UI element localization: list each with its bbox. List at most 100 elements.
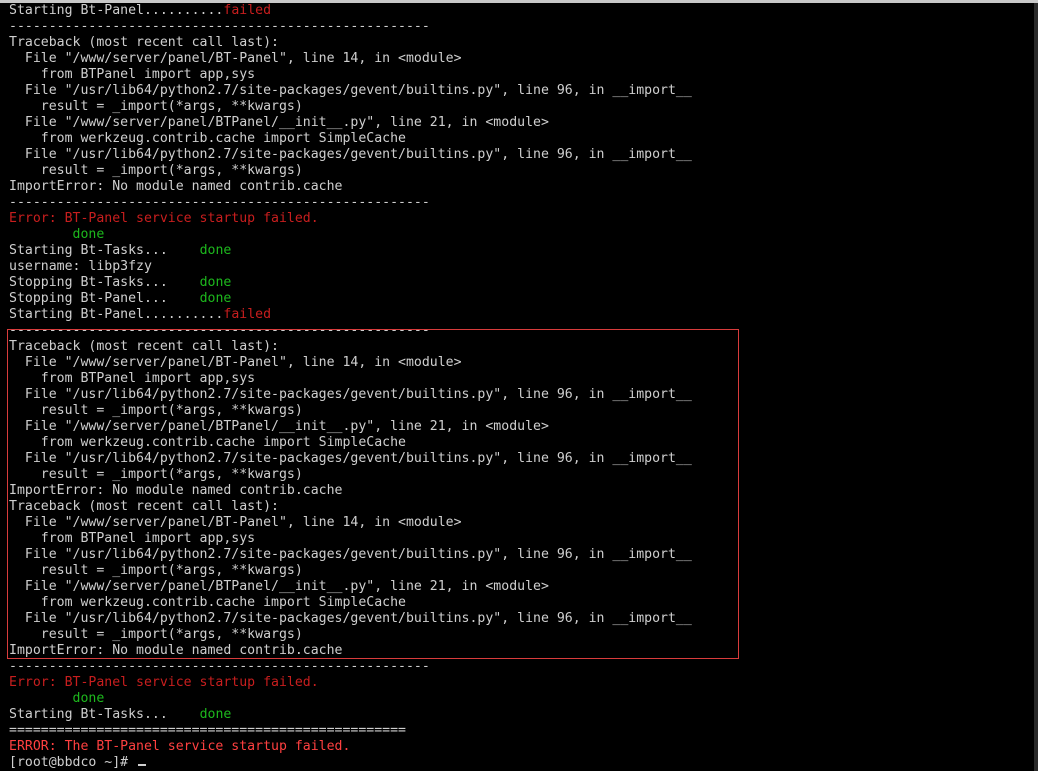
terminal-line: Traceback (most recent call last): (9, 339, 692, 355)
output-text: File "/usr/lib64/python2.7/site-packages… (9, 547, 692, 562)
terminal-line: from werkzeug.contrib.cache import Simpl… (9, 435, 692, 451)
terminal-line: ----------------------------------------… (9, 195, 692, 211)
terminal-line: ImportError: No module named contrib.cac… (9, 643, 692, 659)
output-text: ----------------------------------------… (9, 659, 430, 674)
output-text: Stopping Bt-Panel... (9, 291, 200, 306)
terminal-line: Starting Bt-Panel..........failed (9, 307, 692, 323)
status-text: failed (223, 307, 272, 322)
output-text: ImportError: No module named contrib.cac… (9, 179, 343, 194)
terminal-line: result = _import(*args, **kwargs) (9, 627, 692, 643)
shell-prompt-line[interactable]: [root@bbdco ~]# (9, 755, 692, 771)
terminal-line: Starting Bt-Panel..........failed (9, 3, 692, 19)
terminal-line: result = _import(*args, **kwargs) (9, 163, 692, 179)
output-text: Traceback (most recent call last): (9, 499, 279, 514)
output-text: Starting Bt-Panel.......... (9, 307, 224, 322)
terminal-line: ----------------------------------------… (9, 659, 692, 675)
output-text: result = _import(*args, **kwargs) (9, 467, 303, 482)
output-text: Starting Bt-Panel.......... (9, 3, 224, 18)
output-text: Starting Bt-Tasks... (9, 707, 200, 722)
status-text: Error: BT-Panel service startup failed. (9, 675, 319, 690)
output-text: Traceback (most recent call last): (9, 339, 279, 354)
output-text: result = _import(*args, **kwargs) (9, 403, 303, 418)
output-text: File "/www/server/panel/BT-Panel", line … (9, 355, 462, 370)
status-text: ERROR: The BT-Panel service startup fail… (9, 739, 351, 754)
output-text: ImportError: No module named contrib.cac… (9, 483, 343, 498)
output-text: File "/usr/lib64/python2.7/site-packages… (9, 83, 692, 98)
output-text: Traceback (most recent call last): (9, 35, 279, 50)
terminal-line: File "/usr/lib64/python2.7/site-packages… (9, 387, 692, 403)
output-text: File "/www/server/panel/BT-Panel", line … (9, 515, 462, 530)
output-text: from BTPanel import app,sys (9, 531, 256, 546)
terminal-line: File "/www/server/panel/BT-Panel", line … (9, 355, 692, 371)
output-text: ----------------------------------------… (9, 195, 430, 210)
terminal-line: from werkzeug.contrib.cache import Simpl… (9, 131, 692, 147)
terminal-line: result = _import(*args, **kwargs) (9, 99, 692, 115)
output-text: File "/usr/lib64/python2.7/site-packages… (9, 451, 692, 466)
output-text: File "/usr/lib64/python2.7/site-packages… (9, 147, 692, 162)
output-text: Starting Bt-Tasks... (9, 243, 200, 258)
terminal-line: done (9, 227, 692, 243)
terminal-line: File "/www/server/panel/BTPanel/__init__… (9, 579, 692, 595)
output-text: File "/www/server/panel/BT-Panel", line … (9, 51, 462, 66)
status-text: done (199, 707, 232, 722)
output-text: File "/usr/lib64/python2.7/site-packages… (9, 611, 692, 626)
terminal-line: result = _import(*args, **kwargs) (9, 467, 692, 483)
terminal-line: ImportError: No module named contrib.cac… (9, 179, 692, 195)
output-text: ----------------------------------------… (9, 19, 430, 34)
terminal-line: Error: BT-Panel service startup failed. (9, 675, 692, 691)
output-text: from BTPanel import app,sys (9, 371, 256, 386)
output-text: username: libp3fzy (9, 259, 152, 274)
terminal-line: username: libp3fzy (9, 259, 692, 275)
terminal-line: File "/www/server/panel/BTPanel/__init__… (9, 419, 692, 435)
status-text: done (72, 691, 105, 706)
status-text: done (199, 243, 232, 258)
terminal-line: Stopping Bt-Panel... done (9, 291, 692, 307)
terminal-line: ----------------------------------------… (9, 19, 692, 35)
terminal-output: Starting Bt-Panel..........failed -------… (9, 3, 692, 771)
text-cursor (138, 764, 147, 766)
output-text: result = _import(*args, **kwargs) (9, 627, 303, 642)
terminal-line: ERROR: The BT-Panel service startup fail… (9, 739, 692, 755)
output-text: File "/www/server/panel/BTPanel/__init__… (9, 115, 549, 130)
output-text: File "/usr/lib64/python2.7/site-packages… (9, 387, 692, 402)
terminal-line: File "/www/server/panel/BTPanel/__init__… (9, 115, 692, 131)
output-text: from werkzeug.contrib.cache import Simpl… (9, 595, 406, 610)
terminal-line: File "/usr/lib64/python2.7/site-packages… (9, 147, 692, 163)
status-text: Error: BT-Panel service startup failed. (9, 211, 319, 226)
terminal-line: from BTPanel import app,sys (9, 531, 692, 547)
output-text: ImportError: No module named contrib.cac… (9, 643, 343, 658)
terminal-line: result = _import(*args, **kwargs) (9, 403, 692, 419)
output-text: ========================================… (9, 723, 406, 738)
status-text: done (72, 227, 105, 242)
terminal-line: Traceback (most recent call last): (9, 499, 692, 515)
status-text: failed (223, 3, 272, 18)
terminal-line: Starting Bt-Tasks... done (9, 707, 692, 723)
terminal-line: from BTPanel import app,sys (9, 371, 692, 387)
terminal-line: File "/www/server/panel/BT-Panel", line … (9, 51, 692, 67)
output-text: result = _import(*args, **kwargs) (9, 163, 303, 178)
output-text: from werkzeug.contrib.cache import Simpl… (9, 435, 406, 450)
terminal-line: Traceback (most recent call last): (9, 35, 692, 51)
output-text: from BTPanel import app,sys (9, 67, 256, 82)
status-text: done (199, 275, 232, 290)
terminal-line: ImportError: No module named contrib.cac… (9, 483, 692, 499)
terminal-line: File "/usr/lib64/python2.7/site-packages… (9, 83, 692, 99)
terminal-line: File "/usr/lib64/python2.7/site-packages… (9, 547, 692, 563)
terminal-line: ----------------------------------------… (9, 323, 692, 339)
output-text: result = _import(*args, **kwargs) (9, 99, 303, 114)
scrollbar[interactable] (1034, 3, 1038, 771)
terminal-line: Error: BT-Panel service startup failed. (9, 211, 692, 227)
terminal-line: File "/usr/lib64/python2.7/site-packages… (9, 451, 692, 467)
terminal-line: done (9, 691, 692, 707)
output-text: ----------------------------------------… (9, 323, 430, 338)
output-text: from werkzeug.contrib.cache import Simpl… (9, 131, 406, 146)
terminal-line: File "/www/server/panel/BT-Panel", line … (9, 515, 692, 531)
terminal-window[interactable]: Starting Bt-Panel..........failed -------… (0, 0, 1038, 771)
shell-prompt: [root@bbdco ~]# (9, 755, 137, 770)
terminal-line: ========================================… (9, 723, 692, 739)
terminal-line: result = _import(*args, **kwargs) (9, 563, 692, 579)
terminal-line: Stopping Bt-Tasks... done (9, 275, 692, 291)
status-text: done (199, 291, 232, 306)
